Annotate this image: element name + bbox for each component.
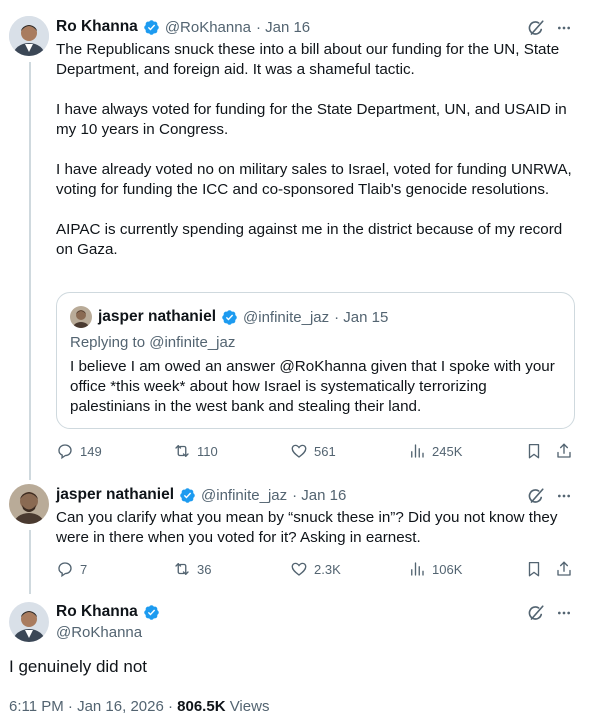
replying-to-handle[interactable]: @infinite_jaz: [149, 334, 235, 351]
tweet-paragraph: I have already voted no on military sale…: [56, 161, 572, 198]
views-icon: [411, 562, 424, 576]
repost-count: 110: [197, 443, 218, 459]
tweet-paragraph: I have always voted for funding for the …: [56, 101, 567, 138]
bookmark-button[interactable]: [525, 442, 543, 460]
tweet-header: Ro Khanna @RoKhanna · Jan 16: [56, 18, 310, 36]
tweet-body: I genuinely did not: [9, 657, 147, 676]
reply-count: 149: [80, 443, 102, 459]
quoted-tweet[interactable]: jasper nathaniel @infinite_jaz · Jan 15 …: [56, 292, 575, 429]
replying-to-label: Replying to: [70, 334, 150, 351]
tweet-header: jasper nathaniel @infinite_jaz · Jan 16: [56, 486, 346, 504]
author-name[interactable]: jasper nathaniel: [56, 486, 174, 504]
repost-count: 36: [197, 561, 212, 577]
avatar-ro-khanna[interactable]: [9, 602, 49, 642]
avatar-jasper-nathaniel: [70, 306, 92, 328]
grok-icon[interactable]: [527, 487, 545, 505]
views-icon: [411, 444, 424, 458]
verified-badge-icon: [144, 604, 159, 620]
grok-icon[interactable]: [527, 604, 545, 622]
reply-icon: [58, 444, 72, 460]
views-button[interactable]: 106K: [408, 560, 462, 578]
tweet-body: The Republicans snuck these into a bill …: [56, 40, 581, 260]
reply-icon: [58, 562, 72, 578]
quoted-tweet-text: I believe I am owed an answer @RoKhanna …: [70, 358, 555, 415]
views-button[interactable]: 245K: [408, 442, 462, 460]
like-button[interactable]: 2.3K: [290, 560, 341, 578]
share-button[interactable]: [555, 560, 573, 578]
author-handle[interactable]: @RoKhanna: [165, 19, 251, 36]
quoted-author-handle: @infinite_jaz: [243, 308, 330, 326]
reply-button[interactable]: 149: [56, 442, 102, 460]
grok-icon[interactable]: [527, 19, 545, 37]
quoted-tweet-header: jasper nathaniel @infinite_jaz · Jan 15: [98, 308, 388, 326]
share-icon: [557, 561, 571, 576]
repost-button[interactable]: 36: [173, 560, 211, 578]
views-count: 245K: [432, 443, 463, 459]
author-name[interactable]: Ro Khanna: [56, 603, 138, 621]
repost-button[interactable]: 110: [173, 442, 218, 460]
reply-count: 7: [80, 561, 88, 577]
tweet-paragraph: The Republicans snuck these into a bill …: [56, 41, 560, 78]
repost-icon: [175, 445, 189, 457]
reply-button[interactable]: 7: [56, 560, 87, 578]
bookmark-icon: [528, 561, 540, 577]
more-icon[interactable]: [556, 605, 572, 621]
like-button[interactable]: 561: [290, 442, 336, 460]
share-button[interactable]: [555, 442, 573, 460]
quoted-tweet-date: · Jan 15: [334, 308, 389, 326]
thread-line: [29, 62, 31, 480]
tweet-body: Can you clarify what you mean by “snuck …: [56, 509, 558, 546]
thread-line: [29, 530, 31, 594]
verified-badge-icon: [222, 309, 237, 325]
avatar-ro-khanna[interactable]: [9, 16, 49, 56]
like-icon: [291, 444, 307, 458]
bookmark-icon: [528, 443, 540, 459]
quoted-author-name: jasper nathaniel: [98, 308, 217, 325]
avatar-jasper-nathaniel[interactable]: [9, 484, 49, 524]
verified-badge-icon: [180, 487, 195, 503]
share-icon: [557, 443, 571, 458]
author-name[interactable]: Ro Khanna: [56, 18, 138, 36]
tweet-timestamp[interactable]: 6:11 PM · Jan 16, 2026 ·: [9, 698, 177, 715]
views-count: 806.5K: [177, 698, 226, 715]
author-handle[interactable]: @RoKhanna: [56, 624, 142, 641]
tweet-date[interactable]: · Jan 16: [256, 19, 310, 36]
tweet-actions: 149 110 561 245K: [56, 442, 576, 464]
like-count: 2.3K: [314, 561, 341, 577]
tweet-paragraph: AIPAC is currently spending against me i…: [56, 221, 563, 258]
replying-to: Replying to @infinite_jaz: [70, 334, 235, 351]
more-icon[interactable]: [556, 488, 572, 504]
bookmark-button[interactable]: [525, 560, 543, 578]
views-label: Views: [225, 698, 270, 715]
verified-badge-icon: [144, 19, 159, 35]
tweet-actions: 7 36 2.3K 106K: [56, 560, 576, 582]
tweet-timestamp-row: 6:11 PM · Jan 16, 2026 · 806.5K Views: [9, 698, 269, 715]
like-icon: [291, 562, 307, 576]
tweet-date[interactable]: · Jan 16: [292, 487, 346, 504]
repost-icon: [175, 563, 189, 575]
views-count: 106K: [432, 561, 463, 577]
more-icon[interactable]: [556, 20, 572, 36]
tweet-header: Ro Khanna: [56, 603, 160, 621]
author-handle[interactable]: @infinite_jaz: [201, 487, 287, 504]
like-count: 561: [314, 443, 336, 459]
